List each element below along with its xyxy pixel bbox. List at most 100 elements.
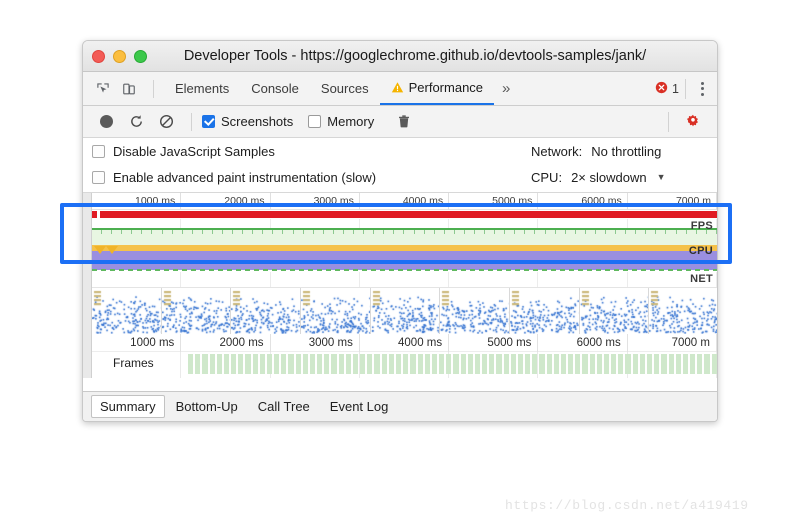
record-toolbar-divider (191, 112, 192, 131)
screenshots-checkbox[interactable]: Screenshots (202, 114, 293, 129)
net-band-label: NET (690, 273, 713, 285)
frames-label: Frames (110, 356, 157, 370)
tabstrip-right-group: 1 (655, 72, 709, 105)
time-tick: 4000 ms (360, 193, 450, 210)
tab-summary[interactable]: Summary (91, 395, 165, 418)
frames-bars (188, 354, 717, 374)
time-tick: 1000 ms (92, 193, 182, 210)
network-throttling-group: Network: No throttling ▼ (531, 144, 661, 159)
overview-time-ruler: 1000 ms 2000 ms 3000 ms 4000 ms 5000 ms 6000 … (92, 193, 717, 210)
cpu-throttling-group: CPU: 2× slowdown ▼ (531, 170, 666, 185)
time-tick: 5000 ms (449, 193, 539, 210)
disable-js-samples-checkbox[interactable] (92, 144, 105, 158)
tabstrip-divider (685, 78, 686, 99)
time-tick: 2000 ms (181, 334, 271, 352)
tab-elements-label: Elements (175, 81, 230, 96)
screenshots-label: Screenshots (221, 114, 294, 129)
filmstrip-screenshot[interactable] (92, 288, 162, 334)
record-toolbar: Screenshots Memory (83, 106, 717, 138)
time-tick: 6000 ms (538, 334, 628, 352)
warning-triangle-icon (391, 81, 404, 94)
inspect-element-icon[interactable] (91, 78, 115, 100)
memory-checkbox-box (308, 115, 322, 128)
filmstrip-screenshot[interactable] (370, 288, 441, 334)
error-circle-icon (655, 81, 668, 97)
screenshots-checkbox-box (202, 115, 215, 128)
window-title: Developer Tools - https://googlechrome.g… (183, 48, 647, 64)
setting-row-paint-instrumentation: Enable advanced paint instrumentation (s… (83, 164, 717, 190)
filmstrip-screenshot[interactable] (440, 288, 510, 334)
tab-console-label: Console (251, 81, 299, 96)
fps-area-chart (92, 228, 717, 245)
screenshot-filmstrip[interactable] (92, 288, 717, 334)
gear-divider (668, 111, 669, 132)
tab-bottom-up-label: Bottom-Up (175, 399, 238, 414)
trash-icon[interactable] (389, 110, 419, 134)
cpu-label: CPU: (531, 169, 563, 185)
tab-performance[interactable]: Performance (379, 72, 495, 105)
panel-tabs: Elements Console Sources Performance » (164, 72, 518, 105)
more-tabs-icon[interactable]: » (494, 80, 518, 97)
device-toolbar-icon[interactable] (117, 78, 141, 100)
record-toolbar-right (668, 106, 708, 137)
filmstrip-screenshot[interactable] (579, 288, 650, 334)
minimize-window-button[interactable] (113, 49, 126, 63)
overview-fps-band[interactable]: FPS (92, 219, 717, 245)
timeline-overview[interactable]: 1000 ms 2000 ms 3000 ms 4000 ms 5000 ms 6000 … (83, 193, 717, 378)
network-label: Network: (531, 143, 583, 159)
error-count-label: 1 (672, 81, 679, 96)
disable-js-samples-label: Disable JavaScript Samples (113, 143, 275, 159)
time-tick: 6000 ms (538, 193, 628, 210)
tab-console[interactable]: Console (240, 72, 310, 105)
time-tick: 3000 ms (271, 334, 360, 352)
time-tick: 2000 ms (181, 193, 271, 210)
screenshot-root: Developer Tools - https://googlechrome.g… (0, 0, 800, 530)
tab-performance-label: Performance (408, 80, 484, 95)
network-value[interactable]: No throttling (591, 144, 661, 159)
time-tick: 4000 ms (360, 334, 450, 352)
gear-icon[interactable] (678, 110, 708, 134)
window-traffic-lights (92, 49, 147, 63)
time-tick: 3000 ms (271, 193, 360, 210)
overview-cpu-band[interactable]: CPU (92, 245, 717, 272)
cpu-chevron-down-icon[interactable]: ▼ (657, 172, 666, 182)
window-titlebar: Developer Tools - https://googlechrome.g… (83, 41, 717, 72)
overview-net-band[interactable]: NET (92, 272, 717, 288)
error-count-badge[interactable]: 1 (655, 81, 679, 97)
capture-settings: Disable JavaScript Samples Network: No t… (83, 138, 717, 193)
record-circle-icon[interactable] (91, 110, 121, 134)
filmstrip-screenshot[interactable] (509, 288, 580, 334)
filmstrip-screenshot[interactable] (649, 288, 717, 334)
time-tick: 7000 m (628, 334, 717, 352)
watermark-text: https://blog.csdn.net/a419419 (505, 498, 749, 513)
devtools-tabstrip: Elements Console Sources Performance » 1 (83, 72, 717, 106)
overview-gutter (83, 193, 92, 378)
tab-sources[interactable]: Sources (310, 72, 380, 105)
cpu-value[interactable]: 2× slowdown (571, 170, 647, 185)
filmstrip-screenshot[interactable] (161, 288, 232, 334)
filmstrip-screenshot[interactable] (300, 288, 371, 334)
clear-icon[interactable] (151, 110, 181, 134)
reload-record-icon[interactable] (121, 110, 151, 134)
frames-track[interactable]: Frames (92, 352, 717, 378)
maximize-window-button[interactable] (134, 49, 147, 63)
tab-call-tree-label: Call Tree (257, 399, 310, 414)
paint-instrumentation-checkbox[interactable] (92, 170, 105, 184)
tab-sources-label: Sources (320, 81, 369, 96)
filmstrip-screenshot[interactable] (231, 288, 301, 334)
net-gridlines (92, 272, 717, 287)
close-window-button[interactable] (92, 49, 105, 63)
tab-elements[interactable]: Elements (164, 72, 240, 105)
time-tick: 5000 ms (449, 334, 539, 352)
tab-bottom-up[interactable]: Bottom-Up (167, 395, 247, 418)
memory-checkbox[interactable]: Memory (308, 114, 374, 129)
devtools-window: Developer Tools - https://googlechrome.g… (82, 40, 718, 422)
toolbar-divider (153, 79, 154, 98)
fps-band-label: FPS (690, 220, 713, 232)
memory-label: Memory (327, 114, 375, 129)
timeline-time-ruler: 1000 ms 2000 ms 3000 ms 4000 ms 5000 ms 6000 … (92, 334, 717, 352)
kebab-menu-icon[interactable] (692, 81, 709, 96)
tab-call-tree[interactable]: Call Tree (249, 395, 319, 418)
time-tick: 1000 ms (92, 334, 182, 352)
tab-event-log[interactable]: Event Log (321, 395, 398, 418)
